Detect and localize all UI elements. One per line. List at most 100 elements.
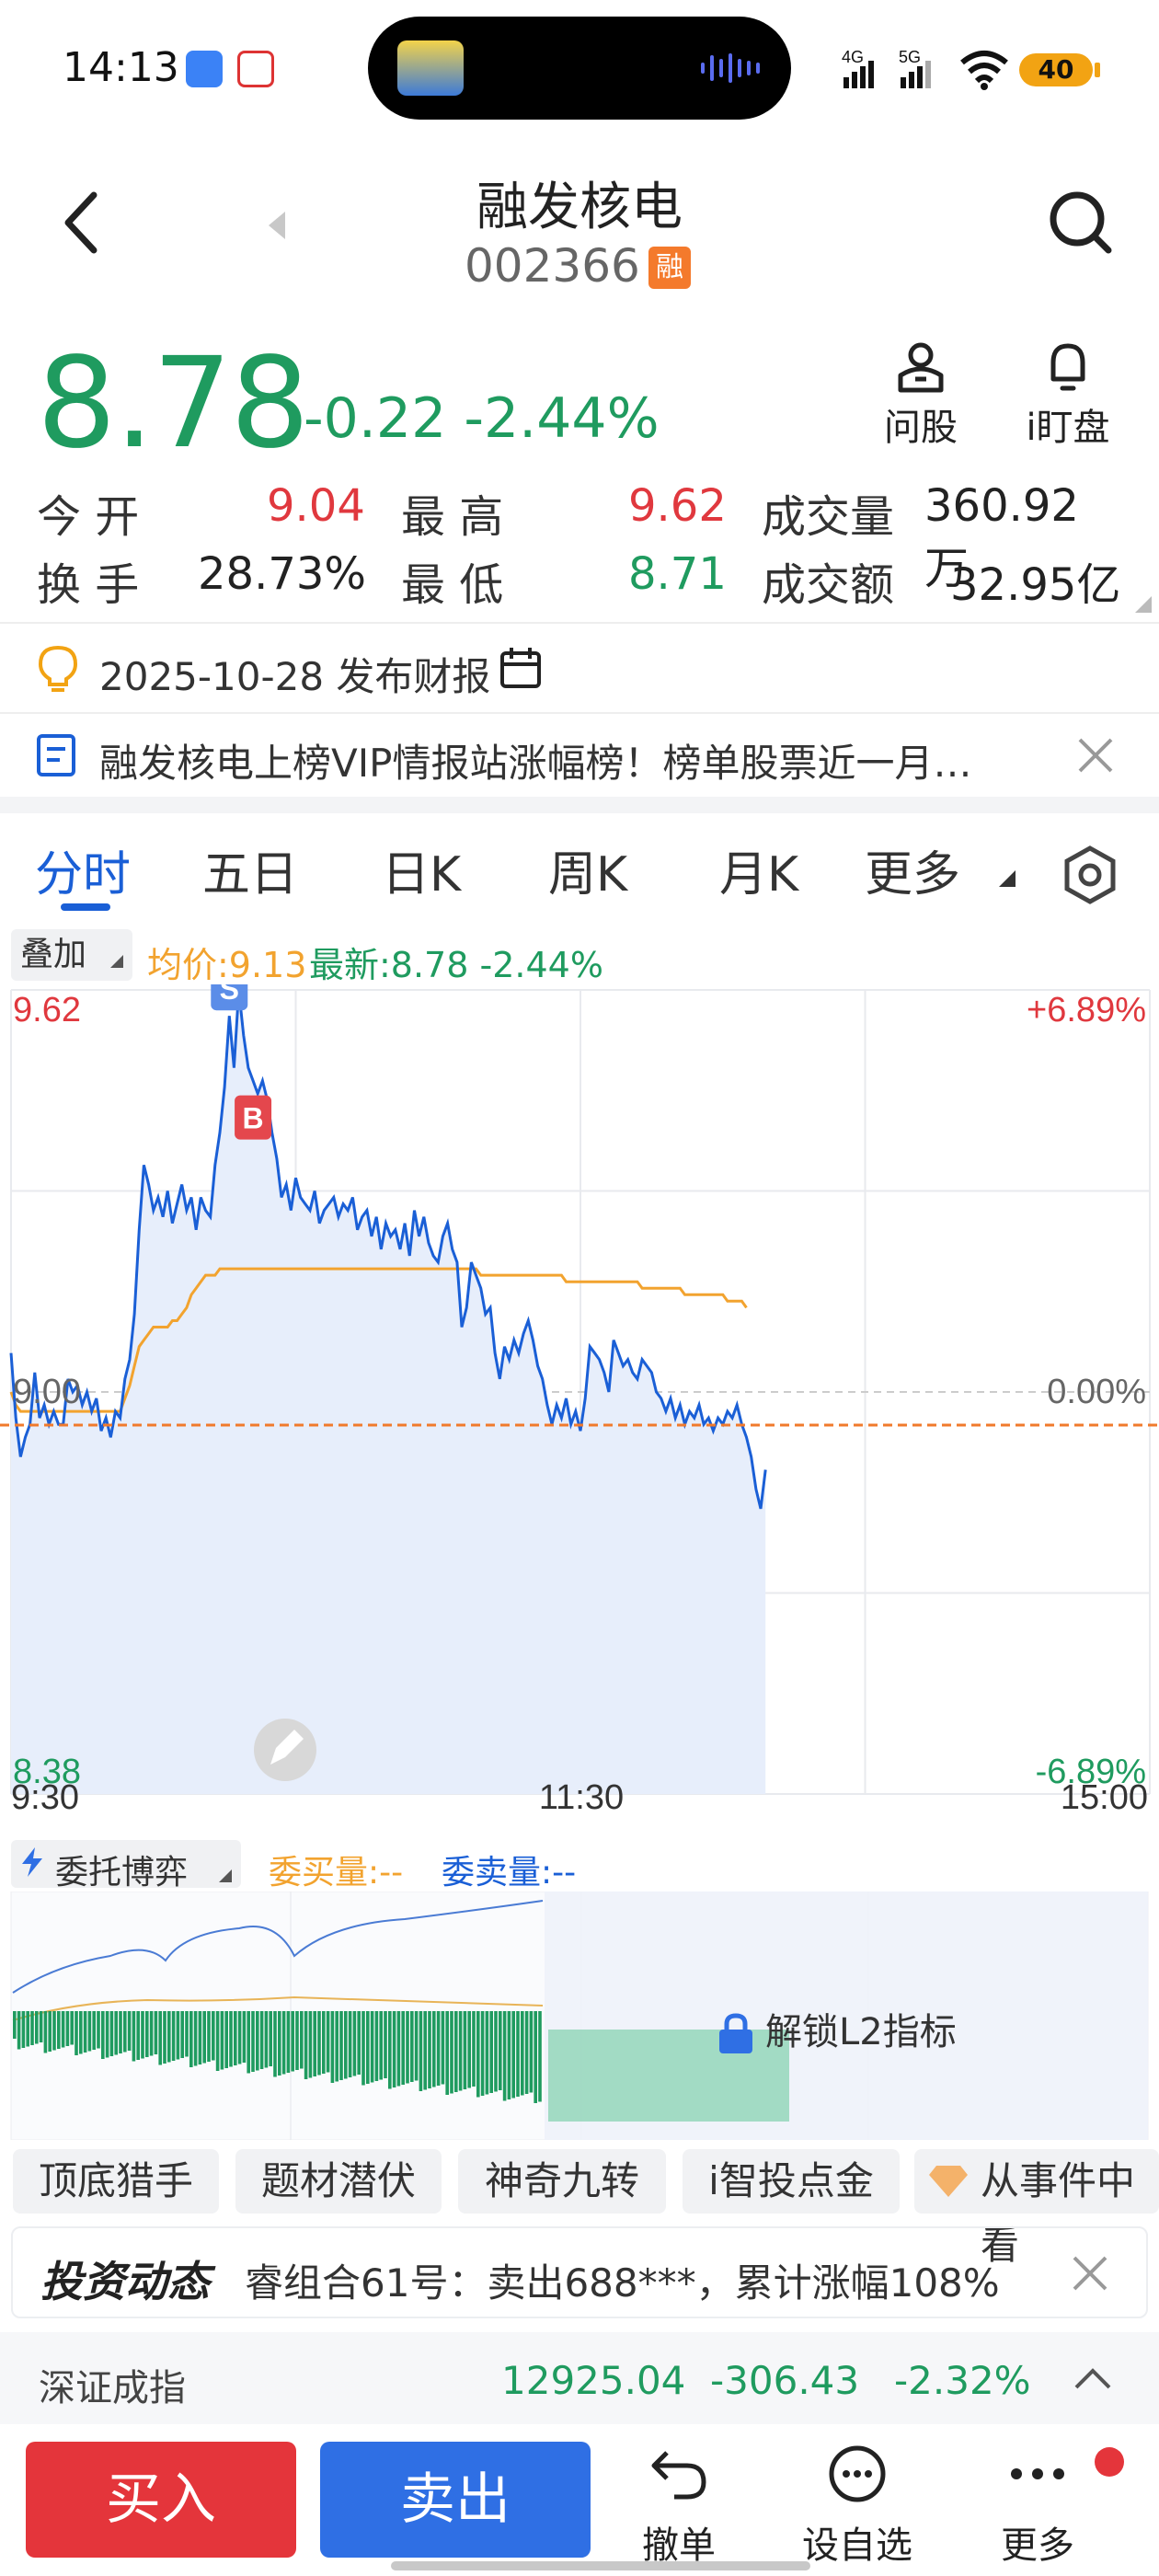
- tool-bottom-top-hunter[interactable]: 顶底猎手: [13, 2149, 219, 2214]
- depth-bar: [229, 2011, 233, 2067]
- volume-label: 成交量: [762, 491, 895, 543]
- more-button[interactable]: 更多: [973, 2442, 1102, 2569]
- ask-volume-label: 委卖量:--: [442, 1854, 577, 1892]
- notification-dot: [1095, 2447, 1124, 2477]
- overlay-dropdown-icon: [110, 955, 123, 968]
- depth-bar: [207, 2011, 211, 2062]
- ask-stock-label: 问股: [884, 407, 958, 449]
- close-icon[interactable]: [1071, 2254, 1109, 2293]
- depth-bar: [480, 2011, 485, 2096]
- index-ticker[interactable]: 深证成指 12925.04 -306.43 -2.32%: [0, 2332, 1159, 2424]
- chart-edit-icon[interactable]: [254, 1719, 316, 1781]
- depth-bar: [428, 2011, 431, 2088]
- depth-bar: [83, 2011, 87, 2053]
- trade-marker-s[interactable]: S: [211, 966, 248, 1011]
- dynamic-island[interactable]: [368, 17, 791, 120]
- expand-corner-icon[interactable]: [1135, 596, 1152, 613]
- depth-chart: [10, 1892, 1149, 2140]
- depth-bar: [141, 2011, 144, 2059]
- cancel-order-button[interactable]: 撤单: [614, 2442, 743, 2569]
- index-value: 12925.04: [501, 2358, 686, 2403]
- sell-button[interactable]: 卖出: [320, 2442, 591, 2558]
- home-indicator[interactable]: [391, 2561, 810, 2570]
- depth-bar: [326, 2011, 330, 2073]
- more-dots-icon: [1011, 2468, 1064, 2479]
- tab-monthly-k[interactable]: 月K: [719, 835, 798, 904]
- depth-bar: [189, 2011, 193, 2067]
- buy-button[interactable]: 买入: [26, 2442, 296, 2558]
- calendar-add-icon[interactable]: [499, 646, 545, 692]
- ask-stock-button[interactable]: 问股: [870, 339, 971, 451]
- x-label-midday: 11:30: [539, 1778, 624, 1812]
- settings-hexagon-icon[interactable]: [1060, 845, 1120, 905]
- feature-tools-row: 顶底猎手 题材潜伏 神奇九转 i智投点金 从事件中看: [0, 2149, 1159, 2268]
- report-date-row[interactable]: 2025-10-28 发布财报: [0, 626, 1159, 710]
- tab-more[interactable]: 更多: [865, 835, 960, 904]
- depth-bar: [264, 2011, 269, 2068]
- tool-event-view[interactable]: 从事件中看: [914, 2149, 1159, 2268]
- invest-logo: 投资动态: [40, 2257, 210, 2306]
- depth-bar: [269, 2011, 272, 2066]
- intraday-chart-svg[interactable]: SB 9.62 9.00 8.38 +6.89% 0.00% -6.89% 9:…: [0, 966, 1159, 1817]
- tool-magic-nine[interactable]: 神奇九转: [458, 2149, 666, 2214]
- depth-bar: [352, 2011, 357, 2076]
- depth-bar: [220, 2011, 224, 2070]
- tool-theme-ambush[interactable]: 题材潜伏: [235, 2149, 442, 2214]
- intraday-chart[interactable]: SB 9.62 9.00 8.38 +6.89% 0.00% -6.89% 9:…: [0, 966, 1159, 1817]
- undo-icon: [651, 2451, 706, 2500]
- person-icon: [898, 342, 944, 393]
- depth-bar: [278, 2011, 281, 2076]
- close-icon[interactable]: [1076, 736, 1115, 775]
- tab-five-day[interactable]: 五日: [202, 835, 298, 904]
- depth-bar: [237, 2011, 242, 2064]
- depth-bar: [357, 2011, 361, 2075]
- broker-notification-icon: [237, 51, 274, 87]
- depth-bar: [17, 2011, 21, 2050]
- search-icon[interactable]: [1044, 186, 1118, 259]
- trade-marker-b[interactable]: B: [235, 1095, 272, 1140]
- depth-bar: [158, 2011, 162, 2065]
- investment-news-banner[interactable]: 投资动态 睿组合61号：卖出688***，累计涨幅108%: [11, 2226, 1148, 2318]
- add-watchlist-button[interactable]: 设自选: [793, 2442, 922, 2569]
- watch-button[interactable]: i盯盘: [1017, 339, 1119, 451]
- tab-weekly-k[interactable]: 周K: [548, 835, 627, 904]
- bell-icon: [1050, 343, 1085, 391]
- unlock-l2-button[interactable]: 解锁L2指标: [717, 2002, 957, 2055]
- depth-bar: [379, 2011, 383, 2080]
- depth-bar: [13, 2011, 17, 2039]
- depth-bar: [450, 2011, 453, 2094]
- depth-bar: [335, 2011, 339, 2082]
- chevron-up-icon[interactable]: [1073, 2365, 1113, 2391]
- depth-bar: [401, 2011, 405, 2085]
- depth-bar: [215, 2011, 220, 2071]
- price-change: -0.22 -2.44%: [304, 386, 660, 451]
- svg-text:4G: 4G: [842, 48, 864, 66]
- depth-bar: [48, 2011, 52, 2052]
- bid-volume-label: 委买量:--: [269, 1854, 404, 1892]
- depth-bar: [70, 2011, 74, 2045]
- active-tab-indicator: [61, 903, 110, 911]
- tool-smart-invest[interactable]: i智投点金: [683, 2149, 900, 2214]
- open-label: 今 开: [37, 491, 140, 543]
- depth-bar: [123, 2011, 127, 2053]
- depth-bar: [57, 2011, 61, 2049]
- y-right-label-top: +6.89%: [1027, 991, 1146, 1029]
- depth-title: 委托博弈: [55, 1854, 189, 1892]
- overlay-button[interactable]: 叠加: [11, 929, 132, 981]
- index-change: -306.43: [710, 2358, 860, 2403]
- depth-selector[interactable]: 委托博弈: [11, 1840, 241, 1892]
- depth-bar: [185, 2011, 189, 2057]
- status-bar: 14:13 4G 5G 40: [0, 0, 1159, 138]
- depth-bar: [432, 2011, 436, 2087]
- depth-bar: [136, 2011, 140, 2060]
- depth-bar: [127, 2011, 132, 2051]
- tab-daily-k[interactable]: 日K: [382, 835, 461, 904]
- divider: [0, 622, 1159, 624]
- news-banner[interactable]: 融发核电上榜VIP情报站涨幅榜！榜单股票近一月…: [0, 714, 1159, 797]
- depth-bar: [419, 2011, 423, 2091]
- depth-bar: [348, 2011, 352, 2077]
- depth-bar: [410, 2011, 414, 2082]
- lightbulb-icon: [38, 645, 78, 692]
- depth-bar: [534, 2011, 537, 2103]
- tab-intraday[interactable]: 分时: [35, 835, 131, 904]
